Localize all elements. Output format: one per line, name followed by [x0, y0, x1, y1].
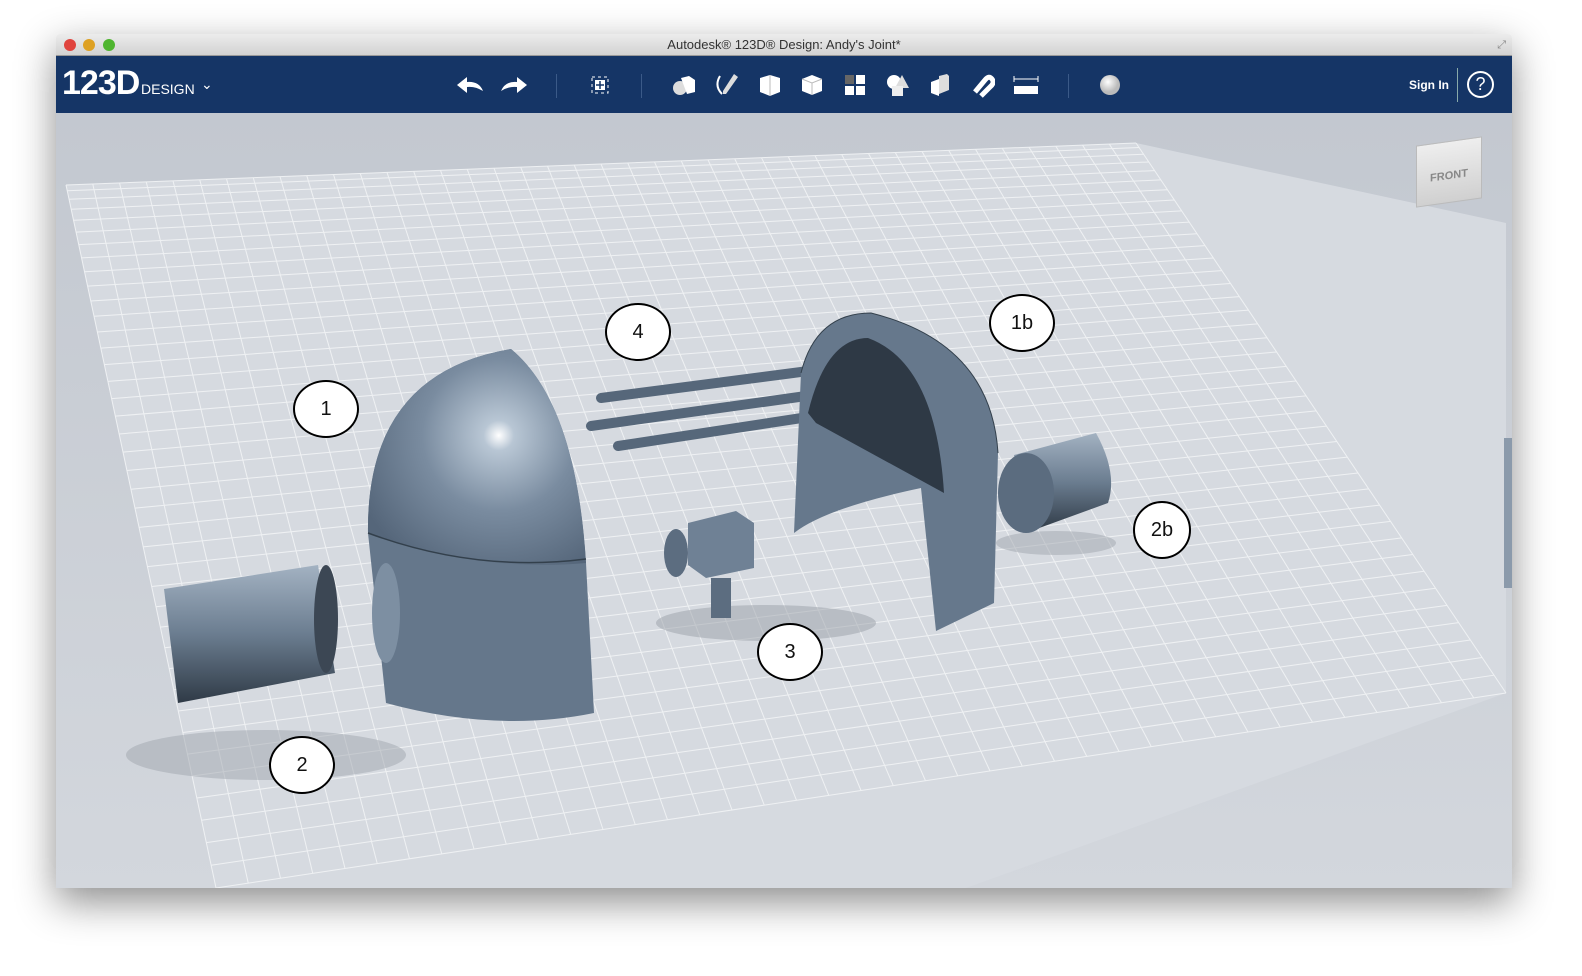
- divider: [556, 74, 557, 98]
- callout-2: 2: [269, 736, 335, 794]
- callout-3: 3: [757, 623, 823, 681]
- app-logo[interactable]: 123D: [62, 64, 140, 103]
- combine-button[interactable]: [924, 70, 956, 100]
- help-button[interactable]: ?: [1467, 71, 1494, 98]
- window-title: Autodesk® 123D® Design: Andy's Joint*: [667, 37, 901, 52]
- close-button[interactable]: [64, 39, 76, 51]
- app-logo-sub[interactable]: DESIGN: [141, 81, 195, 97]
- divider: [1068, 74, 1069, 98]
- snap-button[interactable]: [966, 70, 998, 100]
- pattern-button[interactable]: [839, 70, 871, 100]
- app-window: Autodesk® 123D® Design: Andy's Joint* ⤢ …: [56, 34, 1512, 888]
- toolbar: 123D DESIGN ⌄ Sign In ?: [56, 56, 1512, 113]
- zoom-button[interactable]: [103, 39, 115, 51]
- view-cube[interactable]: FRONT: [1416, 136, 1482, 208]
- sketch-button[interactable]: [711, 70, 743, 100]
- primitives-button[interactable]: [668, 70, 700, 100]
- callout-1: 1: [293, 380, 359, 438]
- material-button[interactable]: [1094, 70, 1126, 100]
- construct-button[interactable]: [754, 70, 786, 100]
- divider: [1457, 68, 1458, 102]
- app-menu-chevron-icon[interactable]: ⌄: [201, 76, 213, 93]
- grouping-button[interactable]: [881, 70, 913, 100]
- callout-2b: 2b: [1133, 501, 1191, 559]
- callout-4: 4: [605, 303, 671, 361]
- view-cube-face[interactable]: FRONT: [1430, 167, 1468, 184]
- side-panel-handle[interactable]: [1504, 438, 1512, 588]
- modify-button[interactable]: [796, 70, 828, 100]
- sign-in-link[interactable]: Sign In: [1409, 78, 1449, 92]
- undo-button[interactable]: [454, 70, 486, 100]
- measure-button[interactable]: [1010, 70, 1042, 100]
- divider: [641, 74, 642, 98]
- fullscreen-icon[interactable]: ⤢: [1497, 34, 1506, 56]
- minimize-button[interactable]: [83, 39, 95, 51]
- 3d-viewport[interactable]: FRONT 1 2 3 4 1b 2b: [56, 113, 1512, 888]
- title-bar: Autodesk® 123D® Design: Andy's Joint* ⤢: [56, 34, 1512, 56]
- transform-button[interactable]: [584, 70, 616, 100]
- redo-button[interactable]: [498, 70, 530, 100]
- callout-1b: 1b: [989, 294, 1055, 352]
